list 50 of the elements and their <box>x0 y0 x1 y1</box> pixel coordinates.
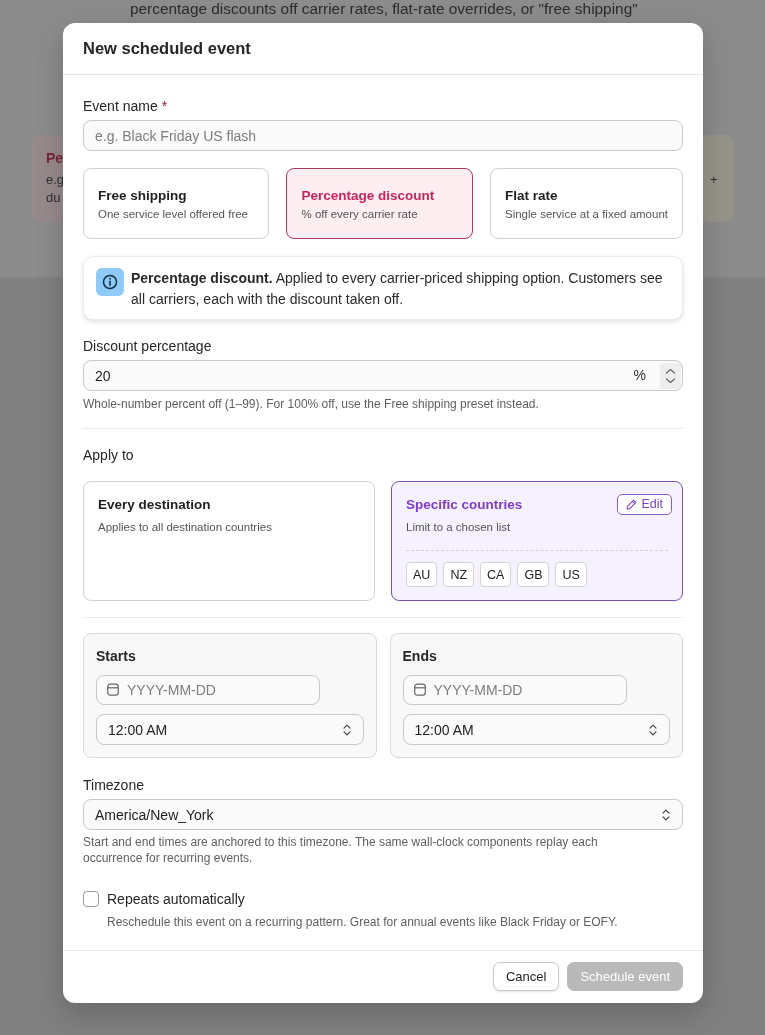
field-label: Discount percentage <box>83 337 212 355</box>
percent-suffix: % <box>633 367 646 384</box>
required-mark: * <box>161 97 168 115</box>
time-select[interactable]: 12:00 AM <box>402 714 670 745</box>
preset-option[interactable]: Percentage discount % off every carrier rate <box>286 168 473 239</box>
panel-title: Starts <box>96 647 136 665</box>
country-chip: AU <box>406 562 438 587</box>
pencil-icon <box>626 498 638 510</box>
card-title: Pe <box>46 149 64 167</box>
calendar-icon <box>107 683 119 696</box>
dialog-title: New scheduled event <box>83 39 251 58</box>
option-description: Limit to a chosen list <box>406 520 511 534</box>
panel-title: Ends <box>402 647 437 665</box>
field-label: Timezone <box>83 776 144 794</box>
chevron-updown-icon <box>649 723 657 736</box>
country-chip: GB <box>517 562 550 587</box>
option-title: Every destination <box>98 496 211 512</box>
country-chip: CA <box>480 562 512 587</box>
date-input[interactable]: YYYY-MM-DD <box>96 675 320 705</box>
card-text: + <box>710 171 718 189</box>
card-text: du <box>46 189 61 207</box>
preset-option[interactable]: Flat rate Single service at a fixed amount <box>490 168 683 239</box>
field-label: Event name <box>83 97 158 115</box>
timezone-select[interactable]: America/New_York <box>83 799 683 830</box>
help-text: Start and end times are anchored to this timezone. The same wall-clock components replay each occurrence for recurring events. <box>83 834 599 866</box>
chevron-updown-icon <box>342 723 351 736</box>
country-chip: US <box>555 562 587 587</box>
event-name-input[interactable]: e.g. Black Friday US flash <box>83 120 683 151</box>
callout-text: Percentage discount. Applied to every carrier-priced shipping option. Customers see all carriers, each with the discount taken off. <box>131 269 664 309</box>
option-description: Applies to all destination countries <box>98 520 272 534</box>
stepper-icon[interactable] <box>660 363 681 389</box>
checkbox-label[interactable]: Repeats automatically <box>107 890 245 908</box>
section-label: Apply to <box>83 446 134 464</box>
country-chip: NZ <box>443 562 475 587</box>
destination-option[interactable]: Specific countries Edit Limit to a chosen list AU NZ CA GB US <box>391 481 683 601</box>
preset-option[interactable]: Free shipping One service level offered free <box>83 168 270 239</box>
option-title: Specific countries <box>406 496 523 512</box>
time-select[interactable]: 12:00 AM <box>96 714 364 745</box>
footer-button[interactable]: Cancel <box>492 962 560 991</box>
edit-button[interactable]: Edit <box>617 493 672 515</box>
help-text: Reschedule this event on a recurring pattern. Great for annual events like Black Friday or EOFY. <box>107 915 619 930</box>
repeat-checkbox[interactable] <box>83 891 99 907</box>
calendar-icon <box>413 683 426 696</box>
info-icon <box>96 268 124 296</box>
help-text: Whole-number percent off (1–99). For 100% off, use the Free shipping preset instead. <box>83 397 540 412</box>
chevron-updown-icon <box>662 808 670 821</box>
card-text: e.g <box>46 171 65 189</box>
destination-option[interactable]: Every destination Applies to all destination countries <box>83 481 375 601</box>
date-input[interactable]: YYYY-MM-DD <box>402 675 627 705</box>
intro-text: percentage discounts off carrier rates, flat-rate overrides, or "free shipping" <box>129 0 639 18</box>
